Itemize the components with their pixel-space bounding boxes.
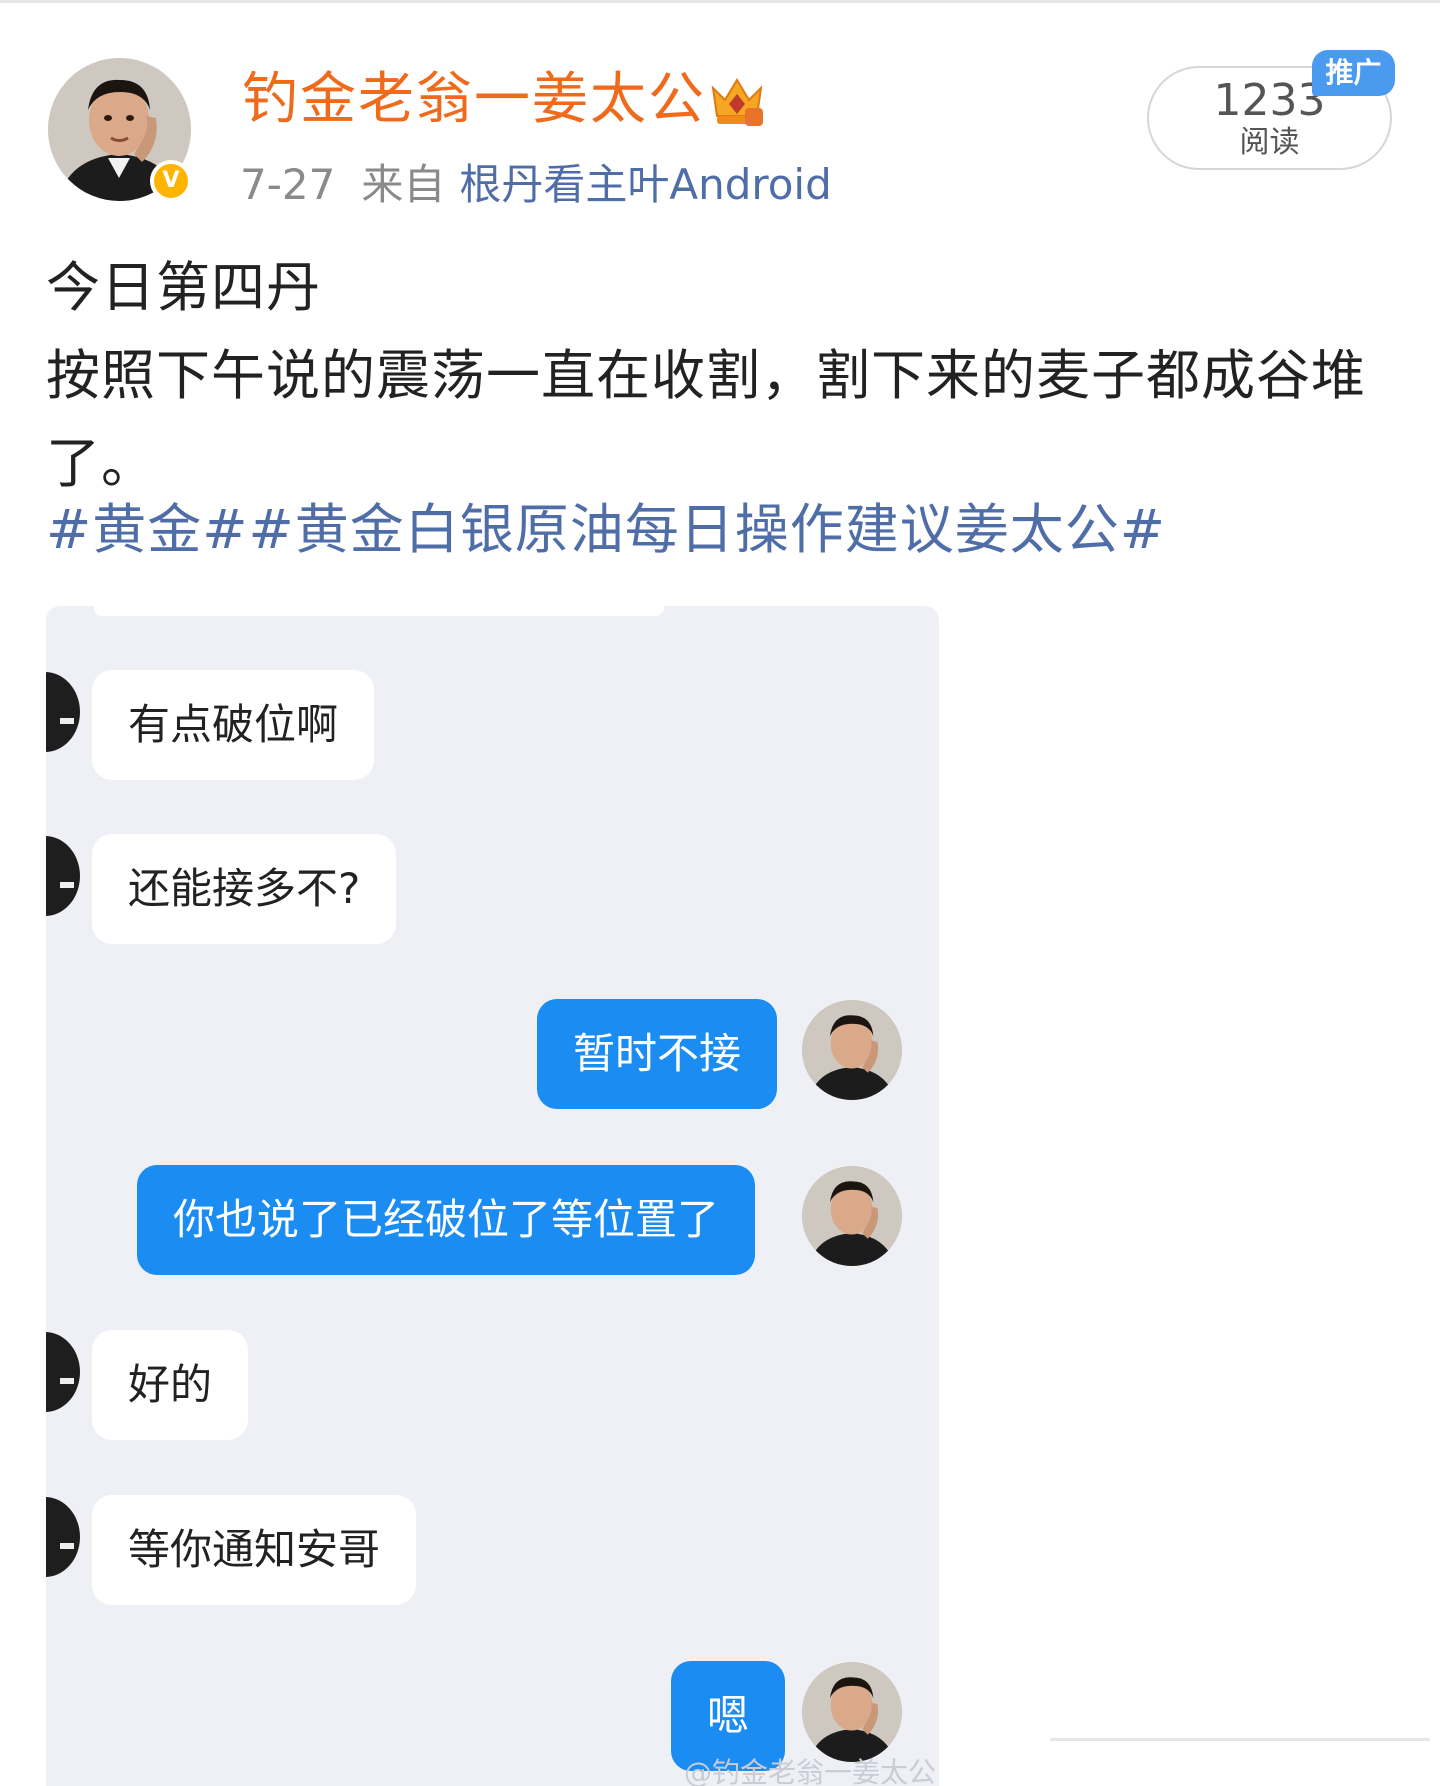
post-meta: 7-27 来自 根丹看主叶Android [240, 160, 832, 210]
message-bubble-incoming: 等你通知安哥 [92, 1495, 417, 1605]
username[interactable]: 钓金老翁一姜太公 [242, 68, 706, 132]
crown-level-icon[interactable] [705, 70, 769, 130]
from-label: 来自 [361, 160, 446, 209]
verified-badge-icon: V [150, 160, 192, 202]
sender-avatar [802, 1662, 902, 1762]
post-text-line: 按照下午说的震荡一直在收割，割下来的麦子都成谷堆 [46, 344, 1366, 407]
contact-avatar [46, 836, 80, 916]
chat-screenshot-image[interactable]: 有点破位啊 还能接多不? 暂时不接 你也说了已经破位了等位置了 好的 等你通知安… [46, 606, 939, 1786]
sender-avatar [802, 1000, 902, 1100]
bottom-decoration [1050, 1738, 1430, 1741]
top-divider [0, 0, 1440, 3]
message-bubble-incoming: 有点破位啊 [92, 670, 375, 780]
contact-avatar [46, 1332, 80, 1412]
hashtag-link[interactable]: #黄金##黄金白银原油每日操作建议姜太公# [46, 495, 1166, 565]
post-date: 7-27 [240, 160, 336, 209]
message-bubble-incoming: 好的 [92, 1330, 249, 1440]
promo-badge[interactable]: 推广 [1312, 50, 1395, 96]
chat-top-bar [94, 606, 664, 616]
contact-avatar [46, 1497, 80, 1577]
post-source-link[interactable]: 根丹看主叶Android [459, 160, 831, 209]
post-text-line: 今日第四丹 [46, 256, 321, 319]
post-text: 今日第四丹 按照下午说的震荡一直在收割，割下来的麦子都成谷堆 了。 [46, 244, 1406, 508]
message-bubble-outgoing: 嗯 [671, 1661, 786, 1771]
message-bubble-outgoing: 你也说了已经破位了等位置了 [137, 1165, 756, 1275]
message-bubble-outgoing: 暂时不接 [537, 999, 778, 1109]
sender-avatar [802, 1166, 902, 1266]
message-bubble-incoming: 还能接多不? [92, 834, 397, 944]
watermark-text: @钓金老翁一姜太公 [684, 1756, 937, 1786]
read-label: 阅读 [1239, 125, 1300, 160]
contact-avatar [46, 672, 80, 752]
